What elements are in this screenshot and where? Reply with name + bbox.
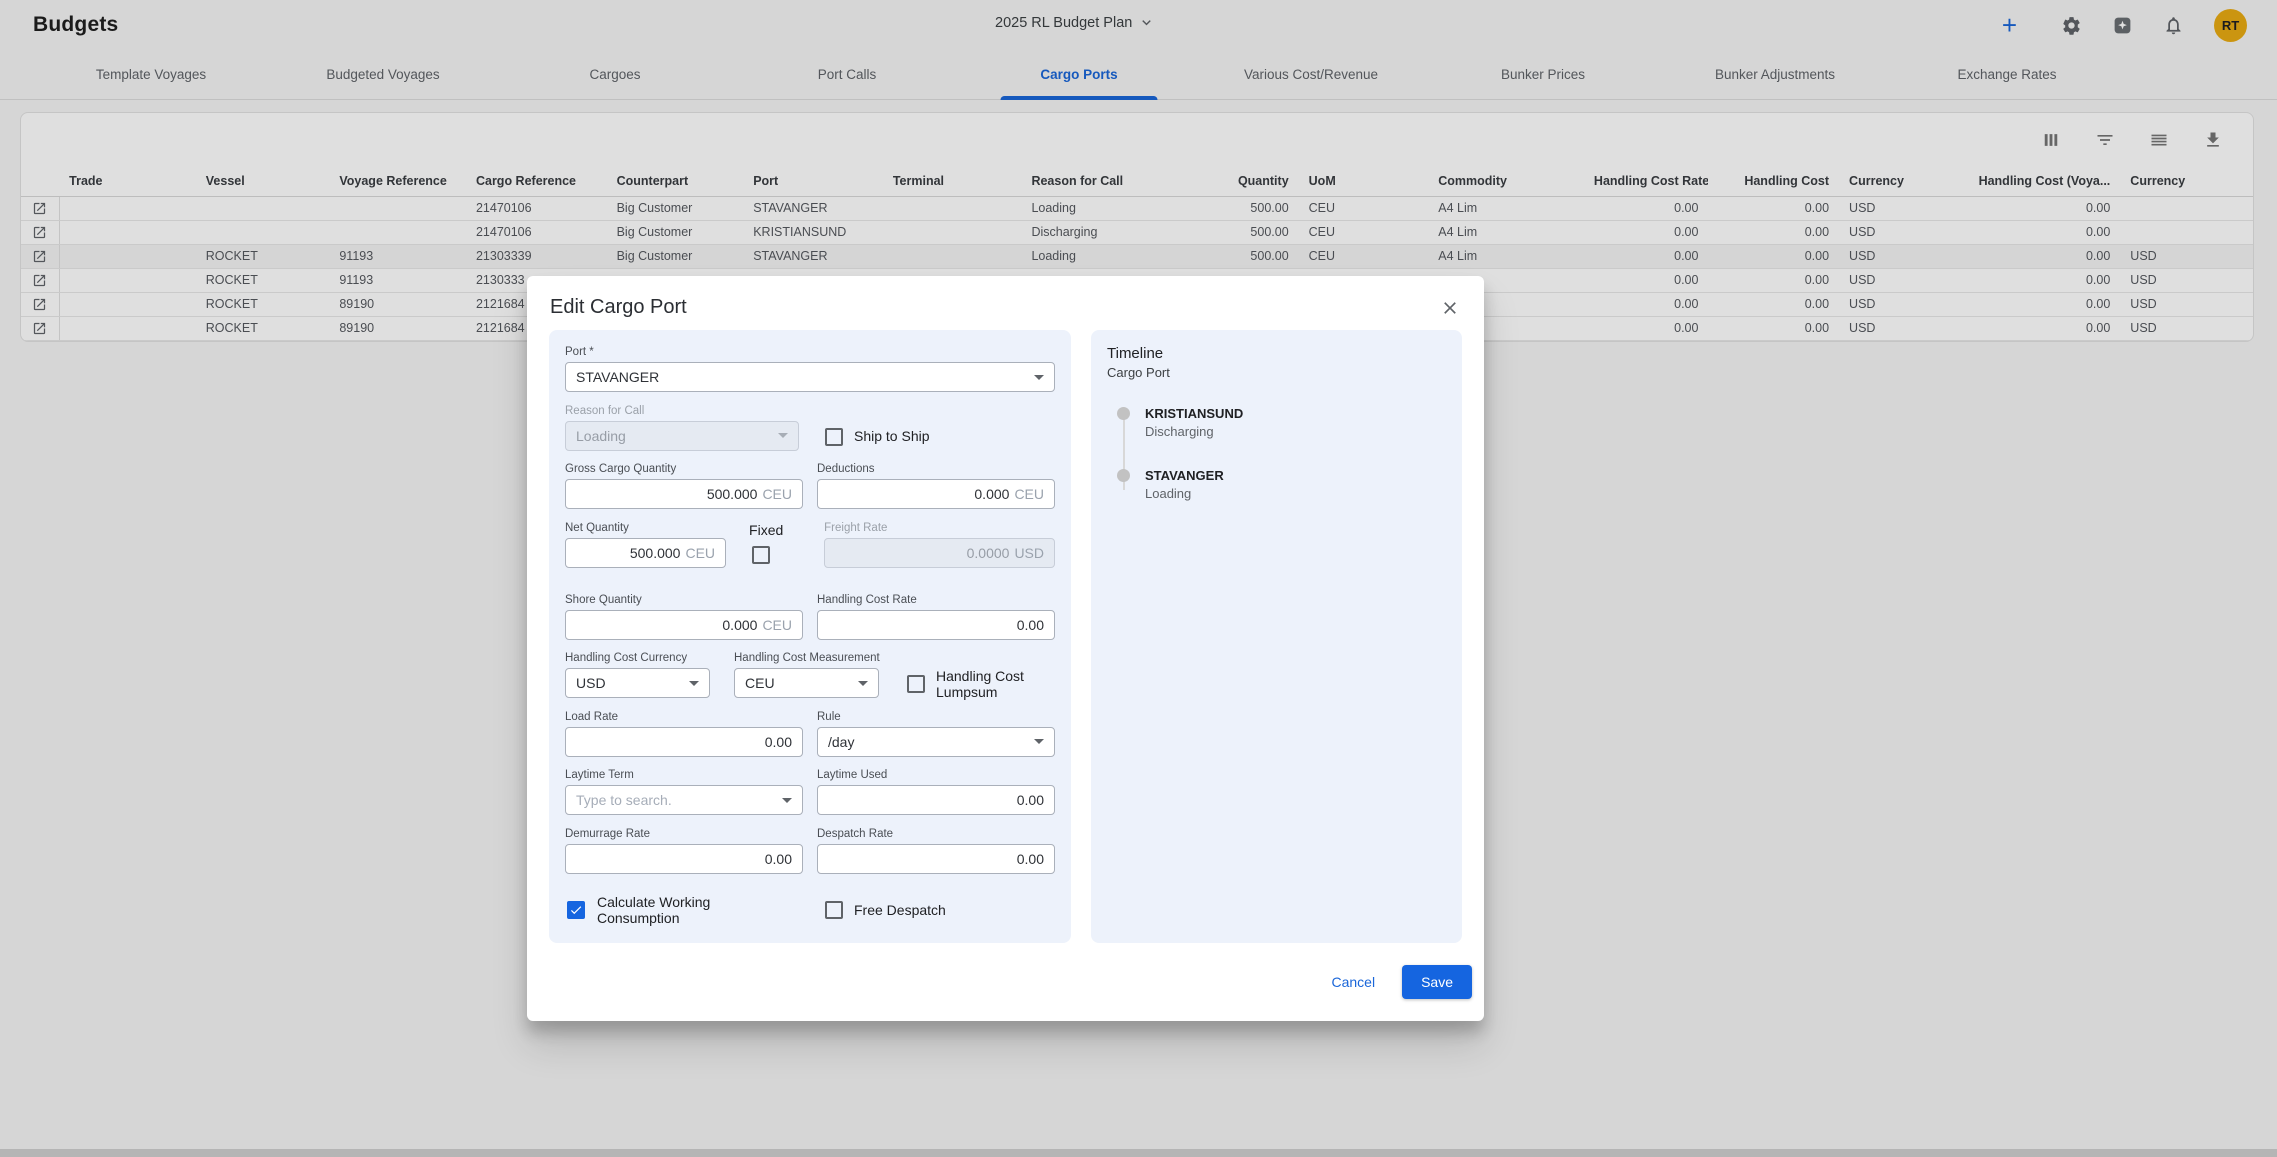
field-port: Port * STAVANGER xyxy=(565,346,1055,392)
free-despatch-checkbox[interactable]: Free Despatch xyxy=(825,894,946,927)
handling-cost-currency-select[interactable]: USD xyxy=(565,668,710,698)
ship-to-ship-checkbox[interactable]: Ship to Ship xyxy=(825,428,930,446)
reason-for-call-select: Loading xyxy=(565,421,799,451)
field-shore-quantity: Shore Quantity 0.000 CEU xyxy=(565,594,803,640)
field-gross-cargo-quantity: Gross Cargo Quantity 500.000 CEU xyxy=(565,463,803,509)
port-select[interactable]: STAVANGER xyxy=(565,362,1055,392)
handling-cost-lumpsum-checkbox[interactable]: Handling Cost Lumpsum xyxy=(907,668,1036,701)
despatch-rate-input[interactable]: 0.00 xyxy=(817,844,1055,874)
field-reason-for-call: Reason for Call Loading xyxy=(565,405,799,451)
timeline-item: KRISTIANSUND Discharging xyxy=(1117,406,1446,439)
chevron-down-icon xyxy=(1034,739,1044,744)
timeline-panel: Timeline Cargo Port KRISTIANSUND Discharg… xyxy=(1091,330,1462,943)
timeline-dot-icon xyxy=(1117,469,1130,482)
timeline-items: KRISTIANSUND Discharging STAVANGER Loading xyxy=(1117,406,1446,501)
fixed-checkbox[interactable] xyxy=(752,546,770,564)
net-quantity-input[interactable]: 500.000 CEU xyxy=(565,538,726,568)
field-laytime-term: Laytime Term Type to search. xyxy=(565,769,803,815)
cancel-button[interactable]: Cancel xyxy=(1331,974,1375,990)
checkbox[interactable] xyxy=(825,901,843,919)
timeline-subtitle: Cargo Port xyxy=(1107,365,1446,380)
handling-cost-rate-input[interactable]: 0.00 xyxy=(817,610,1055,640)
chevron-down-icon xyxy=(778,433,788,438)
field-freight-rate: Freight Rate 0.0000 USD xyxy=(824,522,1055,568)
chevron-down-icon xyxy=(689,681,699,686)
gross-cargo-quantity-input[interactable]: 500.000 CEU xyxy=(565,479,803,509)
field-despatch-rate: Despatch Rate 0.00 xyxy=(817,828,1055,874)
timeline-title: Timeline xyxy=(1107,345,1446,362)
checkbox[interactable] xyxy=(567,901,585,919)
dialog-title: Edit Cargo Port xyxy=(550,296,687,319)
field-handling-cost-currency: Handling Cost Currency USD xyxy=(565,652,710,698)
demurrage-rate-input[interactable]: 0.00 xyxy=(565,844,803,874)
load-rate-input[interactable]: 0.00 xyxy=(565,727,803,757)
deductions-input[interactable]: 0.000 CEU xyxy=(817,479,1055,509)
chevron-down-icon xyxy=(858,681,868,686)
timeline-item: STAVANGER Loading xyxy=(1117,468,1446,501)
checkbox[interactable] xyxy=(825,428,843,446)
timeline-port: STAVANGER xyxy=(1145,468,1224,483)
chevron-down-icon xyxy=(782,798,792,803)
field-net-quantity: Net Quantity 500.000 CEU xyxy=(565,522,726,568)
field-fixed: Fixed xyxy=(749,522,810,568)
freight-rate-input: 0.0000 USD xyxy=(824,538,1055,568)
save-button[interactable]: Save xyxy=(1402,965,1472,999)
cargo-port-form: Port * STAVANGER Reason for Call Loading xyxy=(549,330,1071,943)
field-deductions: Deductions 0.000 CEU xyxy=(817,463,1055,509)
calculate-working-consumption-checkbox[interactable]: Calculate Working Consumption xyxy=(567,894,825,927)
chevron-down-icon xyxy=(1034,375,1044,380)
field-rule: Rule /day xyxy=(817,711,1055,757)
dialog-body: Port * STAVANGER Reason for Call Loading xyxy=(527,330,1484,943)
field-load-rate: Load Rate 0.00 xyxy=(565,711,803,757)
edit-cargo-port-dialog: Edit Cargo Port Port * STAVANGER Reason … xyxy=(527,276,1484,1021)
timeline-dot-icon xyxy=(1117,407,1130,420)
close-icon[interactable] xyxy=(1440,298,1460,318)
dialog-title-bar: Edit Cargo Port xyxy=(527,276,1484,330)
laytime-used-input[interactable]: 0.00 xyxy=(817,785,1055,815)
timeline-reason: Discharging xyxy=(1145,424,1243,439)
timeline-port: KRISTIANSUND xyxy=(1145,406,1243,421)
laytime-term-combobox[interactable]: Type to search. xyxy=(565,785,803,815)
field-laytime-used: Laytime Used 0.00 xyxy=(817,769,1055,815)
handling-cost-measurement-select[interactable]: CEU xyxy=(734,668,879,698)
field-handling-cost-rate: Handling Cost Rate 0.00 xyxy=(817,594,1055,640)
field-handling-cost-measurement: Handling Cost Measurement CEU xyxy=(734,652,879,698)
field-demurrage-rate: Demurrage Rate 0.00 xyxy=(565,828,803,874)
shore-quantity-input[interactable]: 0.000 CEU xyxy=(565,610,803,640)
checkbox[interactable] xyxy=(907,675,925,693)
timeline-reason: Loading xyxy=(1145,486,1224,501)
dialog-footer: Cancel Save xyxy=(527,943,1484,999)
rule-select[interactable]: /day xyxy=(817,727,1055,757)
